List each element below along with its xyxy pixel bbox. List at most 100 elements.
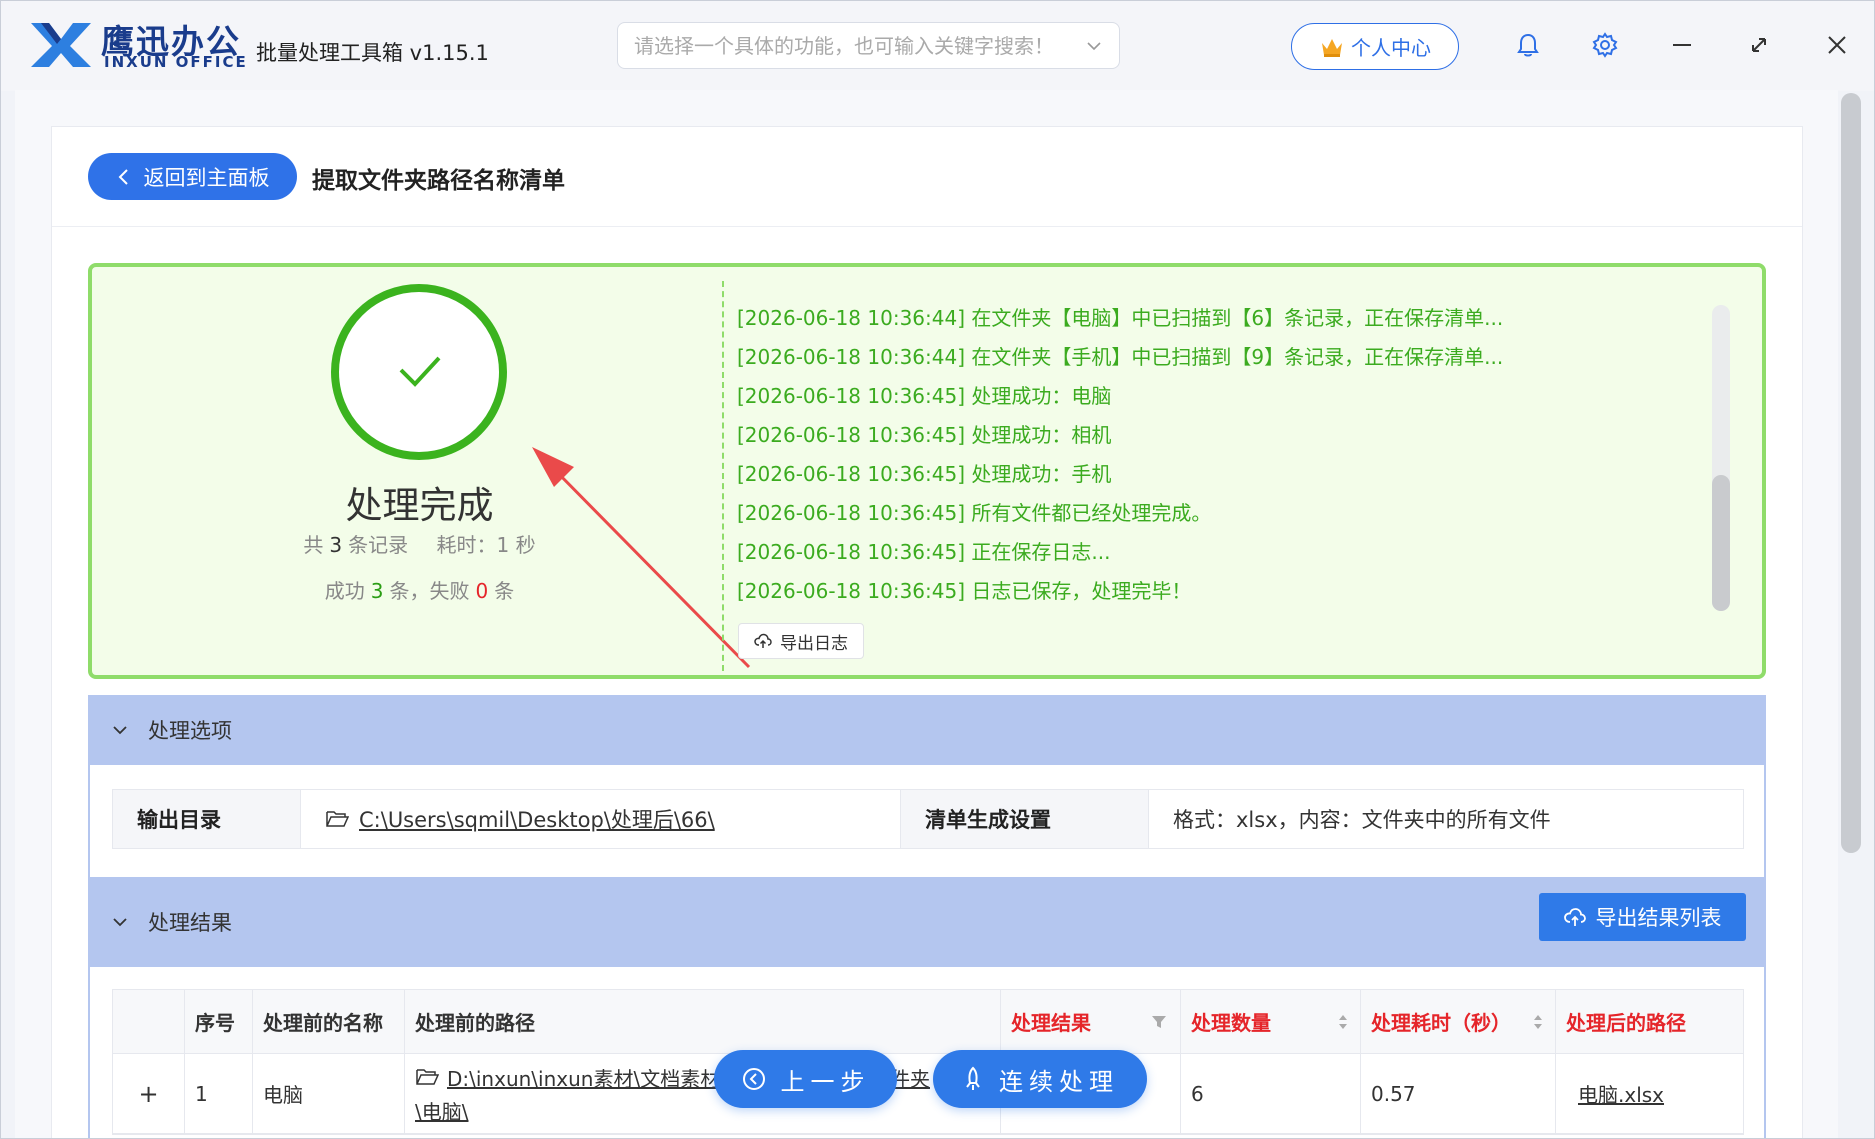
col-count-label: 处理数量: [1191, 1011, 1271, 1035]
export-log-button[interactable]: 导出日志: [738, 623, 864, 659]
results-section-body: 序号 处理前的名称 处理前的路径 处理结果 处理数量 处理耗时（秒） 处理后的路…: [88, 967, 1766, 1138]
log-scrollbar-thumb[interactable]: [1712, 475, 1730, 611]
success-check-icon: [331, 284, 507, 460]
table-row: + 1 电脑 D:\inxun\inxun素材\文档素材 件夹 \电脑\ 6 0…: [113, 1054, 1743, 1134]
prev-step-label: 上一步: [780, 1067, 871, 1096]
main-card: 返回到主面板 提取文件夹路径名称清单 处理完成 共 3 条记录 耗时：1 秒 成功 3…: [51, 126, 1803, 1138]
options-section-header[interactable]: 处理选项: [88, 695, 1766, 765]
chevron-down-icon: [113, 726, 127, 735]
log-list: [2026-06-18 10:36:44] 在文件夹【电脑】中已扫描到【6】条记…: [737, 299, 1787, 611]
fail-suffix: 条: [494, 579, 515, 603]
folder-open-icon: [416, 1069, 439, 1085]
list-setting-value: 格式：xlsx，内容：文件夹中的所有文件: [1173, 808, 1551, 832]
sort-icon[interactable]: [1336, 1012, 1350, 1032]
log-line: [2026-06-18 10:36:44] 在文件夹【手机】中已扫描到【9】条记…: [737, 345, 1504, 369]
options-section-body: 输出目录 C:\Users\sqmil\Desktop\处理后\66\ 清单生成…: [88, 765, 1766, 877]
col-expand: [113, 990, 185, 1053]
crown-icon: [1322, 38, 1342, 57]
log-line: [2026-06-18 10:36:45] 日志已保存，处理完毕！: [737, 579, 1192, 603]
log-line: [2026-06-18 10:36:44] 在文件夹【电脑】中已扫描到【6】条记…: [737, 306, 1504, 330]
panel-divider: [722, 281, 724, 671]
output-dir-link[interactable]: C:\Users\sqmil\Desktop\处理后\66\: [359, 804, 715, 834]
main-scrollbar-thumb[interactable]: [1841, 93, 1861, 853]
row-time: 0.57: [1361, 1054, 1556, 1133]
close-icon[interactable]: [1823, 31, 1851, 59]
row-path-link[interactable]: D:\inxun\inxun素材\文档素材: [447, 1063, 720, 1092]
total-prefix: 共: [303, 533, 324, 557]
log-line: [2026-06-18 10:36:45] 处理成功：手机: [737, 462, 1112, 486]
list-setting-label: 清单生成设置: [901, 790, 1149, 848]
cloud-upload-icon: [754, 633, 772, 648]
col-result-label: 处理结果: [1011, 1011, 1091, 1035]
time-label: 耗时：1 秒: [436, 533, 536, 557]
function-search[interactable]: [617, 22, 1120, 69]
prev-step-button[interactable]: 上一步: [714, 1050, 897, 1108]
col-path-after: 处理后的路径: [1566, 1011, 1686, 1035]
main-scrollbar[interactable]: [1841, 93, 1861, 853]
col-result[interactable]: 处理结果: [1001, 990, 1181, 1053]
table-header-row: 序号 处理前的名称 处理前的路径 处理结果 处理数量 处理耗时（秒） 处理后的路…: [113, 990, 1743, 1054]
log-line: [2026-06-18 10:36:45] 正在保存日志...: [737, 540, 1111, 564]
gear-icon[interactable]: [1591, 31, 1619, 59]
row-name: 电脑: [253, 1054, 405, 1133]
title-bar: 鹰迅办公 INXUN OFFICE 批量处理工具箱 v1.15.1 个人中心: [1, 1, 1874, 91]
minimize-icon[interactable]: [1668, 31, 1696, 59]
chevron-down-icon[interactable]: [1085, 37, 1103, 55]
row-path-after: 电脑.xlsx: [1556, 1054, 1743, 1133]
col-path-before: 处理前的路径: [405, 990, 1001, 1053]
export-results-label: 导出结果列表: [1595, 906, 1722, 930]
app-title: 批量处理工具箱 v1.15.1: [256, 41, 489, 65]
options-table: 输出目录 C:\Users\sqmil\Desktop\处理后\66\ 清单生成…: [112, 789, 1744, 849]
maximize-icon[interactable]: [1745, 31, 1773, 59]
row-out-link[interactable]: 电脑.xlsx: [1578, 1079, 1664, 1108]
brand-name-en: INXUN OFFICE: [104, 53, 248, 71]
success-suffix: 条，失败: [389, 579, 470, 603]
export-log-label: 导出日志: [780, 633, 848, 654]
options-section-title: 处理选项: [148, 719, 232, 743]
results-table: 序号 处理前的名称 处理前的路径 处理结果 处理数量 处理耗时（秒） 处理后的路…: [112, 989, 1744, 1135]
col-time[interactable]: 处理耗时（秒）: [1361, 990, 1556, 1053]
inxun-logo: [31, 23, 91, 67]
fail-count: 0: [475, 579, 489, 603]
results-section-header[interactable]: 处理结果 导出结果列表: [88, 877, 1766, 967]
col-name-before: 处理前的名称: [253, 990, 405, 1053]
row-count: 6: [1181, 1054, 1361, 1133]
output-dir-cell: C:\Users\sqmil\Desktop\处理后\66\: [301, 790, 901, 848]
log-line: [2026-06-18 10:36:45] 处理成功：电脑: [737, 384, 1112, 408]
continue-processing-label: 连续处理: [999, 1067, 1119, 1096]
log-line: [2026-06-18 10:36:45] 处理成功：相机: [737, 423, 1112, 447]
total-suffix: 条记录: [348, 533, 409, 557]
bell-icon[interactable]: [1514, 31, 1542, 59]
chevron-down-icon: [113, 918, 127, 927]
row-index: 1: [185, 1054, 253, 1133]
col-index: 序号: [185, 990, 253, 1053]
user-center-button[interactable]: 个人中心: [1291, 23, 1459, 70]
sort-icon[interactable]: [1531, 1012, 1545, 1032]
output-dir-label: 输出目录: [113, 790, 301, 848]
results-section-title: 处理结果: [148, 911, 232, 935]
continue-processing-button[interactable]: 连续处理: [933, 1050, 1147, 1108]
page-title: 提取文件夹路径名称清单: [312, 168, 565, 194]
log-scrollbar[interactable]: [1712, 305, 1730, 611]
expand-row-button[interactable]: +: [113, 1054, 185, 1133]
cloud-upload-icon: [1563, 908, 1586, 926]
row-path-line1: D:\inxun\inxun素材\文档素材 件夹: [415, 1063, 990, 1092]
export-results-button[interactable]: 导出结果列表: [1539, 893, 1746, 941]
row-path-line2[interactable]: \电脑\: [415, 1096, 468, 1125]
annotation-arrow: [532, 447, 751, 669]
chevron-left-circle-icon: [742, 1068, 765, 1090]
filter-icon[interactable]: [1150, 1013, 1168, 1031]
success-count: 3: [370, 579, 384, 603]
content-area: 返回到主面板 提取文件夹路径名称清单 处理完成 共 3 条记录 耗时：1 秒 成功 3…: [15, 90, 1838, 1138]
col-count[interactable]: 处理数量: [1181, 990, 1361, 1053]
col-time-label: 处理耗时（秒）: [1371, 1011, 1511, 1035]
total-count: 3: [329, 533, 343, 557]
back-to-main-button[interactable]: 返回到主面板: [88, 153, 297, 200]
search-input[interactable]: [634, 33, 1085, 58]
user-center-label: 个人中心: [1351, 36, 1431, 60]
folder-open-icon: [326, 811, 349, 827]
rocket-icon: [966, 1066, 980, 1090]
success-prefix: 成功: [324, 579, 365, 603]
chevron-left-icon: [118, 168, 128, 185]
app-window: 鹰迅办公 INXUN OFFICE 批量处理工具箱 v1.15.1 个人中心: [0, 0, 1875, 1139]
